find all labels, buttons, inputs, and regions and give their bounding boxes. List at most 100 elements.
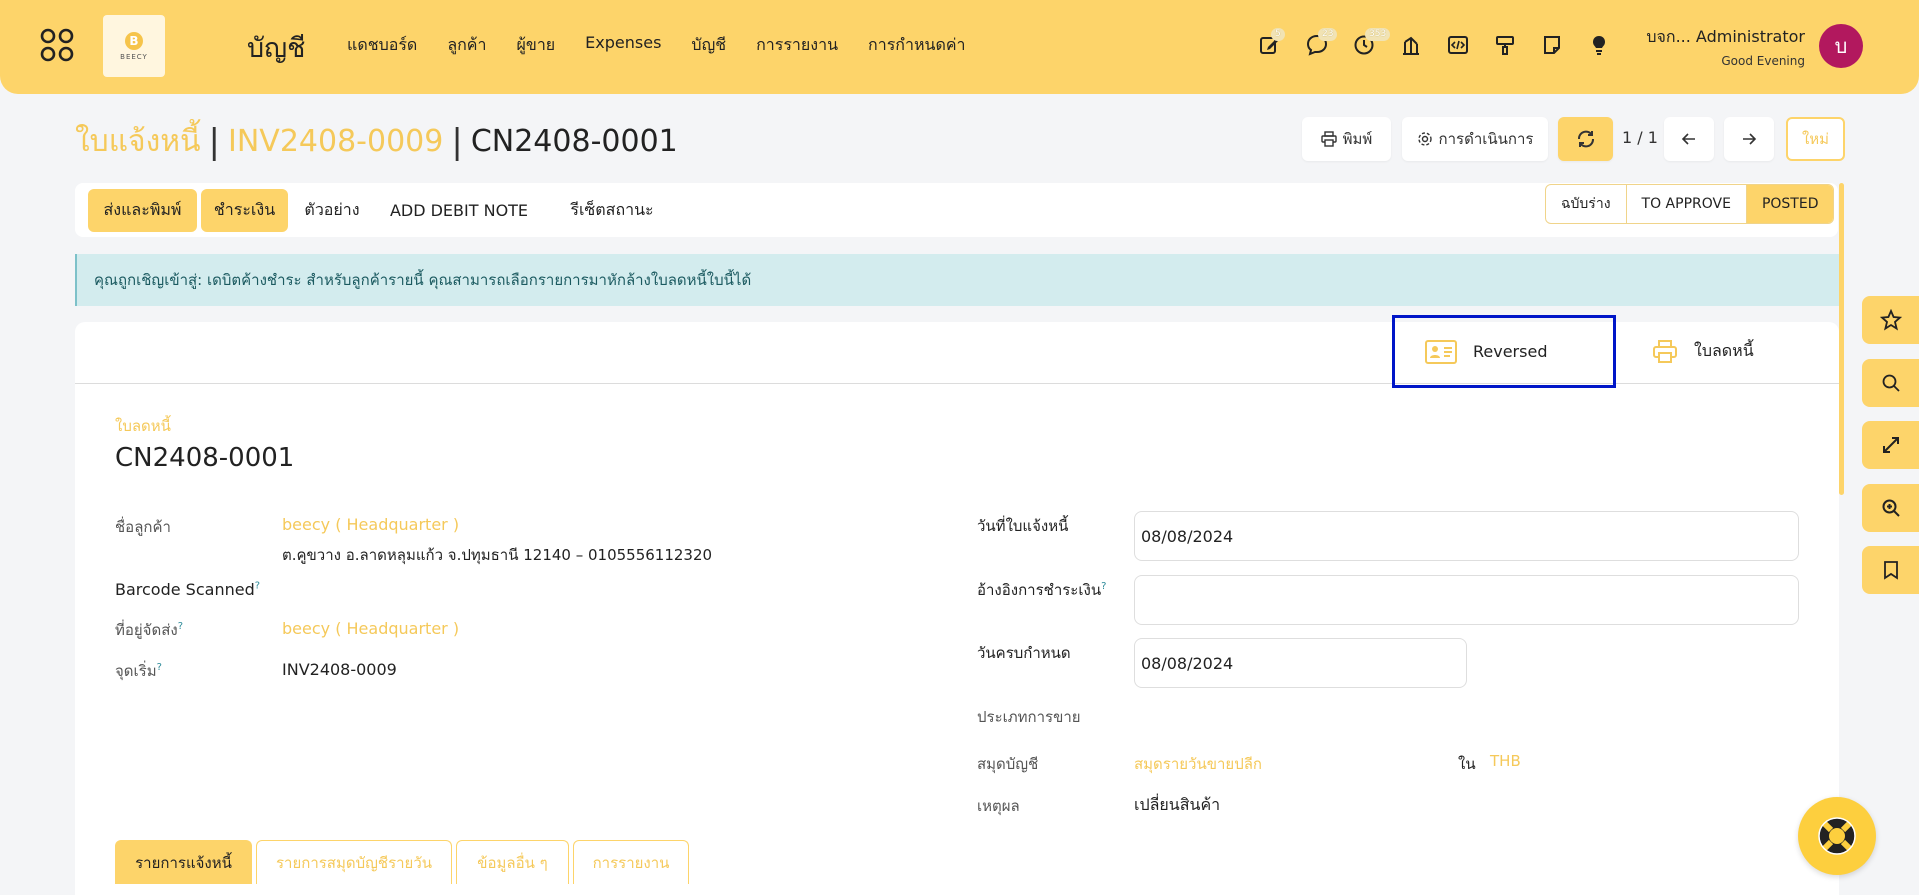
nav-reporting[interactable]: การรายงาน	[756, 33, 838, 58]
currency-link[interactable]: THB	[1490, 752, 1521, 770]
help-mark[interactable]: ?	[157, 662, 162, 673]
journal-link[interactable]: สมุดรายวันขายปลีก	[1134, 752, 1262, 776]
barcode-label-text: Barcode Scanned	[115, 580, 255, 599]
send-print-button[interactable]: ส่งและพิมพ์	[88, 189, 197, 232]
search-icon	[1882, 374, 1900, 392]
edit-badge: 5	[1271, 28, 1285, 41]
arrow-right-icon	[1743, 133, 1757, 145]
user-name: บจก... Administrator	[1646, 27, 1805, 46]
payment-ref-input[interactable]	[1134, 575, 1799, 625]
greeting: Good Evening	[1721, 54, 1805, 68]
origin-label-text: จุดเริ่ม	[115, 662, 157, 680]
breadcrumb: ใบแจ้งหนี้ | INV2408-0009 | CN2408-0001	[75, 118, 678, 165]
reset-status-button[interactable]: รีเซ็ตสถานะ	[550, 189, 674, 232]
notebook-tabs: รายการแจ้งหนี้ รายการสมุดบัญชีรายวัน ข้อ…	[115, 840, 693, 884]
payment-ref-label-text: อ้างอิงการชำระเงิน	[977, 581, 1102, 599]
gear-icon	[1417, 132, 1432, 146]
expand-icon	[1882, 437, 1899, 453]
zoom-icon	[1882, 499, 1900, 517]
search-dock-button[interactable]	[1862, 359, 1919, 407]
logo-mark: B	[125, 31, 143, 50]
credit-note-label: ใบลดหนี้	[1694, 341, 1754, 360]
previous-button[interactable]	[1664, 117, 1714, 161]
clock-icon[interactable]: 353	[1349, 28, 1391, 60]
expand-dock-button[interactable]	[1862, 421, 1919, 469]
breadcrumb-parent[interactable]: INV2408-0009	[228, 124, 443, 159]
credit-note-smart-button[interactable]: ใบลดหนี้	[1630, 315, 1790, 388]
bulb-icon[interactable]	[1584, 30, 1614, 60]
print-button[interactable]: พิมพ์	[1302, 117, 1391, 161]
breadcrumb-current: CN2408-0001	[470, 124, 678, 159]
nav-vendors[interactable]: ผู้ขาย	[517, 33, 556, 58]
breadcrumb-root[interactable]: ใบแจ้งหนี้	[75, 118, 201, 165]
reversed-smart-button[interactable]: Reversed	[1392, 315, 1616, 388]
bookmark-dock-button[interactable]	[1862, 546, 1919, 594]
avatar[interactable]: บ	[1819, 24, 1863, 68]
shipping-label-text: ที่อยู่จัดส่ง	[115, 621, 178, 639]
currency-in-label: ใน	[1458, 755, 1476, 773]
star-icon	[1879, 309, 1902, 331]
zoom-dock-button[interactable]	[1862, 484, 1919, 532]
help-button[interactable]	[1798, 797, 1876, 875]
due-date-label: วันครบกำหนด	[977, 644, 1071, 662]
invoice-date-label: วันที่ใบแจ้งหนี้	[977, 517, 1069, 535]
customer-label: ชื่อลูกค้า	[115, 518, 171, 536]
nav-customers[interactable]: ลูกค้า	[447, 33, 486, 58]
breadcrumb-separator: |	[451, 121, 463, 162]
bank-icon[interactable]	[1396, 30, 1426, 60]
help-mark[interactable]: ?	[1101, 581, 1106, 592]
company-logo[interactable]: B BEECY	[103, 15, 165, 77]
tab-reporting[interactable]: การรายงาน	[573, 840, 689, 884]
new-button[interactable]: ใหม่	[1786, 117, 1845, 161]
status-bar: ฉบับร่าง TO APPROVE POSTED	[1545, 184, 1835, 224]
refresh-button[interactable]	[1558, 117, 1613, 161]
preview-button[interactable]: ตัวอย่าง	[297, 189, 367, 232]
help-mark[interactable]: ?	[178, 621, 183, 632]
payment-ref-label: อ้างอิงการชำระเงิน?	[977, 578, 1106, 602]
edit-icon[interactable]: 5	[1255, 28, 1285, 60]
chat-badge: 23	[1318, 28, 1338, 41]
nav-dashboard[interactable]: แดชบอร์ด	[347, 33, 417, 58]
status-posted[interactable]: POSTED	[1746, 185, 1834, 223]
activity-badge: 353	[1365, 28, 1391, 41]
paint-icon[interactable]	[1490, 30, 1520, 60]
customer-address: ต.คูขวาง อ.ลาดหลุมแก้ว จ.ปทุมธานี 12140 …	[282, 546, 713, 564]
actions-button[interactable]: การดำเนินการ	[1402, 117, 1548, 161]
due-date-input[interactable]: 08/08/2024	[1134, 638, 1467, 688]
invoice-date-input[interactable]: 08/08/2024	[1134, 511, 1799, 561]
printer-icon	[1320, 131, 1337, 147]
user-menu[interactable]: บจก... Administrator Good Evening	[1646, 25, 1805, 68]
id-card-icon	[1425, 339, 1457, 364]
code-icon[interactable]	[1443, 30, 1473, 60]
chat-icon[interactable]: 23	[1302, 28, 1338, 60]
lifebuoy-icon	[1818, 817, 1856, 855]
reason-label: เหตุผล	[977, 797, 1020, 815]
reason-value: เปลี่ยนสินค้า	[1134, 795, 1221, 814]
tab-invoice-lines[interactable]: รายการแจ้งหนี้	[115, 840, 252, 884]
next-button[interactable]	[1724, 117, 1774, 161]
nav-configuration[interactable]: การกำหนดค่า	[868, 33, 966, 58]
pager-value[interactable]: 1 / 1	[1622, 128, 1658, 147]
scrollbar[interactable]	[1839, 183, 1844, 495]
tab-journal-items[interactable]: รายการสมุดบัญชีรายวัน	[256, 840, 452, 884]
tab-other-info[interactable]: ข้อมูลอื่น ๆ	[456, 840, 569, 884]
bookmark-icon	[1883, 561, 1898, 580]
actions-label: การดำเนินการ	[1438, 130, 1534, 148]
help-mark[interactable]: ?	[255, 581, 260, 592]
apps-grid-icon[interactable]	[40, 28, 74, 62]
customer-link[interactable]: beecy ( Headquarter )	[282, 515, 459, 534]
shipping-link[interactable]: beecy ( Headquarter )	[282, 619, 459, 638]
origin-value: INV2408-0009	[282, 660, 397, 679]
nav-accounting[interactable]: บัญชี	[691, 33, 726, 58]
nav-expenses[interactable]: Expenses	[585, 33, 661, 58]
add-debit-note-button[interactable]: ADD DEBIT NOTE	[384, 189, 534, 232]
top-bar: B BEECY บัญชี แดชบอร์ด ลูกค้า ผู้ขาย Exp…	[0, 0, 1919, 94]
refresh-icon	[1577, 130, 1594, 148]
favorite-dock-button[interactable]	[1862, 296, 1919, 344]
status-draft[interactable]: ฉบับร่าง	[1546, 185, 1627, 223]
status-to-approve[interactable]: TO APPROVE	[1627, 185, 1747, 223]
main-nav: แดชบอร์ด ลูกค้า ผู้ขาย Expenses บัญชี กา…	[347, 33, 996, 58]
register-payment-button[interactable]: ชำระเงิน	[201, 189, 288, 232]
record-name: CN2408-0001	[115, 443, 295, 473]
note-icon[interactable]	[1537, 30, 1567, 60]
